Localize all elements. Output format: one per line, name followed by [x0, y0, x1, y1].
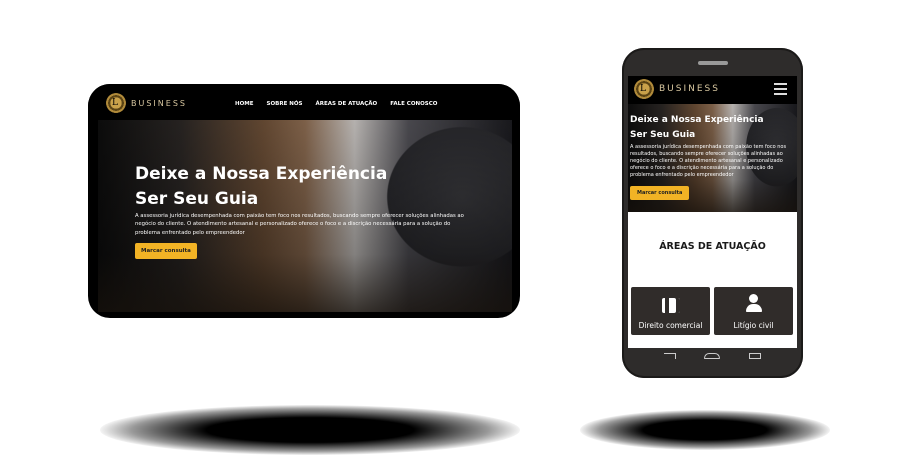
- mobile-navbar: L BUSINESS: [628, 76, 797, 104]
- back-icon[interactable]: [664, 353, 677, 359]
- nav-contato[interactable]: FALE CONOSCO: [390, 101, 437, 107]
- brand-name: BUSINESS: [659, 84, 720, 94]
- recent-apps-icon[interactable]: [748, 353, 761, 359]
- brand-logo-mobile[interactable]: L BUSINESS: [634, 79, 720, 99]
- brand-name: BUSINESS: [131, 98, 187, 108]
- phone-screen: L BUSINESS Deixe a Nossa Experiência Ser…: [628, 76, 797, 348]
- hero-description: A assessoria jurídica desempenhada com p…: [135, 213, 464, 236]
- card-label: Direito comercial: [638, 321, 703, 330]
- hamburger-menu-icon[interactable]: [774, 83, 787, 95]
- user-icon: [714, 293, 793, 313]
- hero-title-line2: Ser Seu Guia: [135, 188, 259, 209]
- desktop-navbar: L BUSINESS HOME SOBRE NÓS ÁREAS DE ATUAÇ…: [88, 84, 520, 120]
- home-icon[interactable]: [704, 353, 721, 359]
- hero-title-line1: Deixe a Nossa Experiência: [135, 164, 388, 184]
- card-direito-comercial[interactable]: Direito comercial: [631, 287, 710, 335]
- desktop-shadow: [100, 405, 520, 455]
- phone-mockup: L BUSINESS Deixe a Nossa Experiência Ser…: [622, 48, 803, 378]
- desktop-menu: HOME SOBRE NÓS ÁREAS DE ATUAÇÃO FALE CON…: [235, 101, 437, 107]
- hero-title-line2: Ser Seu Guia: [630, 130, 696, 141]
- logo-emblem-icon: L: [634, 79, 654, 99]
- cta-button[interactable]: Marcar consulta: [135, 242, 197, 259]
- mobile-hero: Deixe a Nossa Experiência Ser Seu Guia A…: [628, 104, 797, 212]
- card-litigio-civil[interactable]: Litígio civil: [714, 287, 793, 335]
- hero-title: Deixe a Nossa Experiência Ser Seu Guia: [135, 162, 475, 211]
- nav-areas[interactable]: ÁREAS DE ATUAÇÃO: [316, 101, 378, 107]
- hero-title-line1: Deixe a Nossa Experiência: [630, 115, 764, 125]
- logo-emblem-icon: L: [106, 93, 126, 113]
- nav-home[interactable]: HOME: [235, 101, 254, 107]
- areas-title: ÁREAS DE ATUAÇÃO: [659, 241, 766, 252]
- hero-title: Deixe a Nossa Experiência Ser Seu Guia: [630, 113, 793, 144]
- nav-sobre[interactable]: SOBRE NÓS: [267, 101, 303, 107]
- phone-speaker: [698, 61, 728, 65]
- phone-shadow: [580, 410, 830, 450]
- android-nav-bar: [622, 353, 803, 359]
- cta-button[interactable]: Marcar consulta: [630, 185, 690, 200]
- card-label: Litígio civil: [733, 321, 774, 330]
- desktop-hero: Deixe a Nossa Experiência Ser Seu Guia A…: [98, 120, 512, 312]
- briefcase-icon: [631, 293, 710, 313]
- brand-logo[interactable]: L BUSINESS: [106, 93, 187, 113]
- hero-description: A assessoria jurídica desempenhada com p…: [630, 143, 787, 178]
- desktop-mockup: L BUSINESS HOME SOBRE NÓS ÁREAS DE ATUAÇ…: [88, 84, 520, 318]
